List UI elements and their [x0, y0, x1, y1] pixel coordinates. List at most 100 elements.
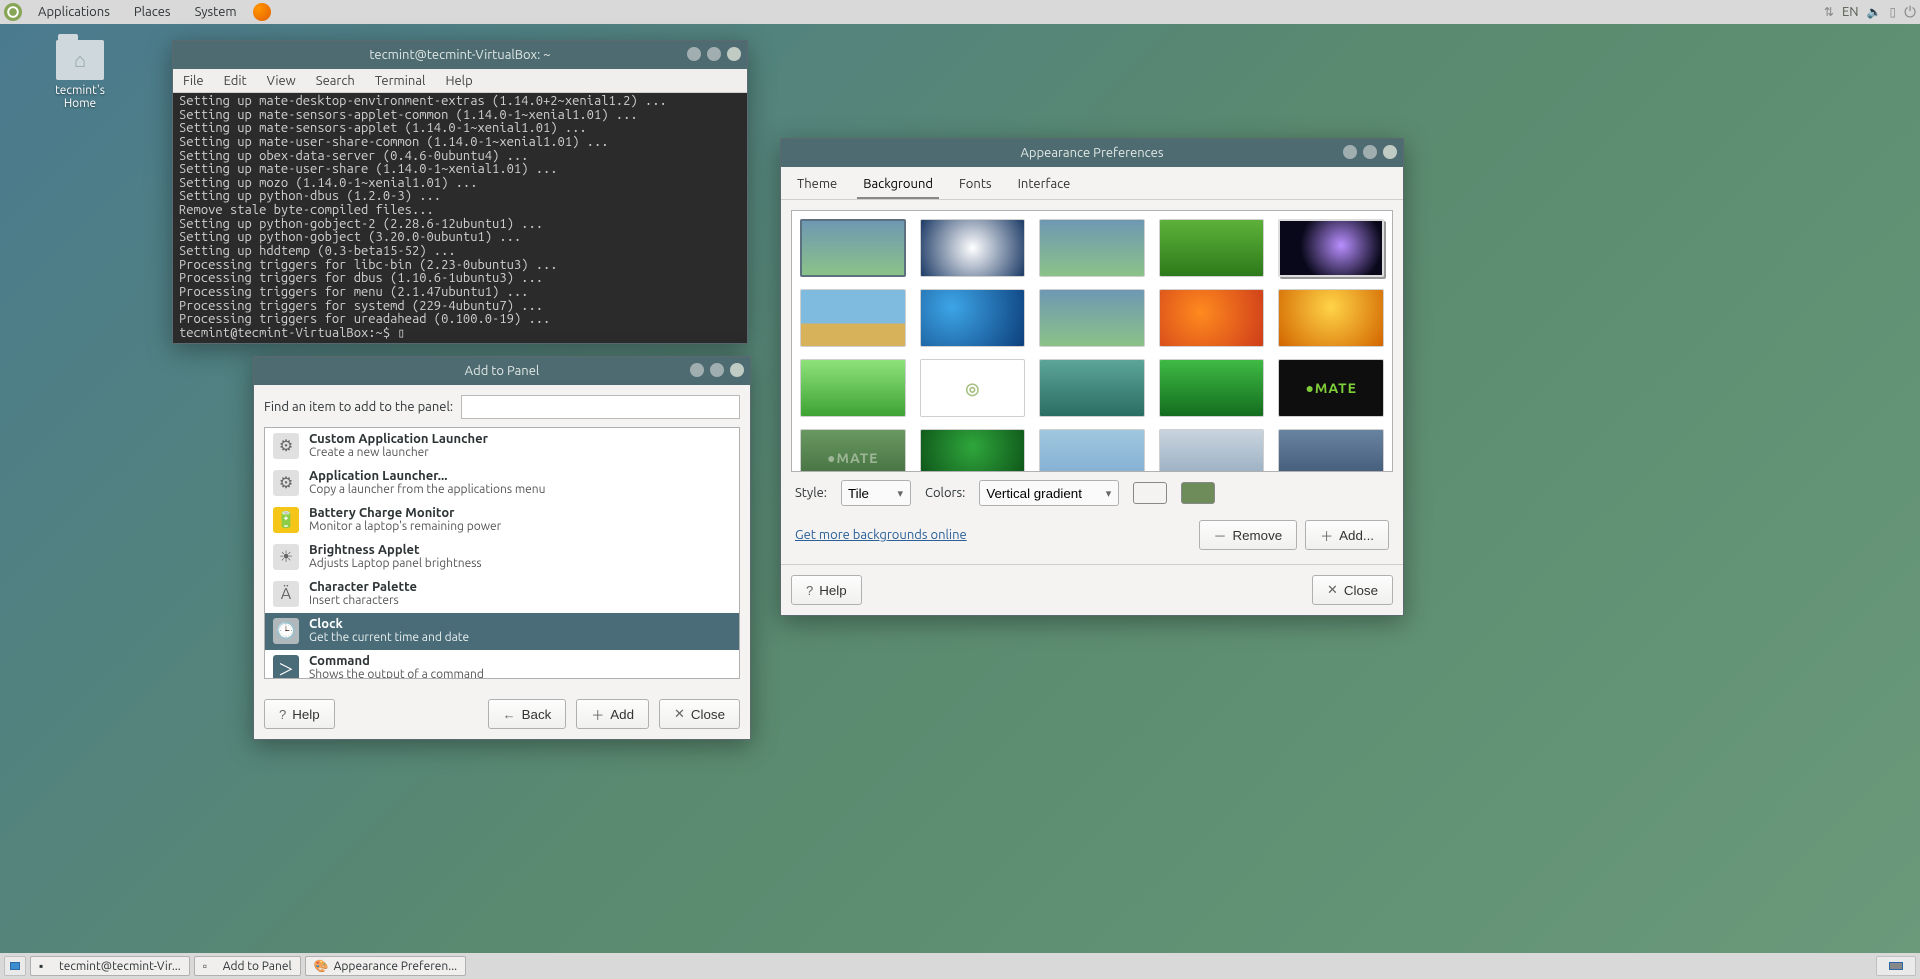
applet-item-application-launcher[interactable]: ⚙ Application Launcher...Copy a launcher… — [265, 465, 739, 502]
add-panel-titlebar[interactable]: Add to Panel — [254, 357, 750, 385]
applet-item-brightness[interactable]: ☀ Brightness AppletAdjusts Laptop panel … — [265, 539, 739, 576]
firefox-icon[interactable] — [253, 3, 271, 21]
volume-icon[interactable]: 🔈 — [1867, 5, 1882, 19]
close-button[interactable] — [1383, 145, 1397, 159]
close-button[interactable] — [730, 363, 744, 377]
minus-icon: － — [1214, 526, 1227, 545]
wallpaper-thumb[interactable] — [920, 289, 1026, 347]
applet-list[interactable]: ⚙ Custom Application LauncherCreate a ne… — [264, 427, 740, 679]
terminal-menu-view[interactable]: View — [257, 71, 306, 91]
minimize-button[interactable] — [690, 363, 704, 377]
wallpaper-thumb[interactable] — [1039, 429, 1145, 472]
close-button[interactable] — [727, 47, 741, 61]
minimize-button[interactable] — [1343, 145, 1357, 159]
tab-theme[interactable]: Theme — [791, 173, 843, 199]
back-arrow-icon: ← — [503, 707, 516, 722]
launcher-icon: ⚙ — [273, 470, 299, 496]
wallpaper-thumb[interactable]: ◎ — [920, 359, 1026, 417]
maximize-button[interactable] — [707, 47, 721, 61]
wallpaper-thumb[interactable]: ●MATE — [800, 429, 906, 472]
power-icon[interactable]: ⏻ — [1904, 3, 1916, 21]
taskbar-item-appearance[interactable]: 🎨 Appearance Preferen... — [305, 956, 467, 976]
primary-color-swatch[interactable] — [1133, 482, 1167, 504]
wallpaper-thumb[interactable] — [1278, 219, 1384, 277]
terminal-output[interactable]: Setting up mate-desktop-environment-extr… — [173, 93, 747, 343]
wallpaper-thumb[interactable] — [1278, 429, 1384, 472]
applet-title: Battery Charge Monitor — [309, 506, 501, 520]
wallpaper-thumb[interactable] — [800, 289, 906, 347]
applet-item-battery[interactable]: 🔋 Battery Charge MonitorMonitor a laptop… — [265, 502, 739, 539]
keyboard-indicator[interactable]: EN — [1842, 5, 1859, 19]
wallpaper-thumb[interactable] — [800, 359, 906, 417]
gradient-select[interactable]: Vertical gradient — [979, 480, 1119, 506]
terminal-menu-help[interactable]: Help — [435, 71, 482, 91]
find-input[interactable] — [461, 395, 740, 419]
tab-fonts[interactable]: Fonts — [953, 173, 998, 199]
help-button[interactable]: ?Help — [791, 575, 862, 605]
button-label: Back — [522, 707, 552, 722]
close-icon: ✕ — [1327, 582, 1338, 598]
appearance-titlebar[interactable]: Appearance Preferences — [781, 139, 1403, 167]
style-select[interactable]: Tile — [841, 480, 911, 506]
wallpaper-thumb[interactable] — [800, 219, 906, 277]
applet-item-clock[interactable]: 🕒 ClockGet the current time and date — [265, 613, 739, 650]
wallpaper-thumb[interactable] — [1039, 289, 1145, 347]
wallpaper-thumb[interactable]: ●MATE — [1278, 359, 1384, 417]
wallpaper-thumb[interactable] — [1159, 429, 1265, 472]
panel-menubar: Applications Places System — [4, 3, 271, 21]
help-button[interactable]: ?Help — [264, 699, 335, 729]
terminal-menu-search[interactable]: Search — [306, 71, 365, 91]
applet-item-command[interactable]: ＞ CommandShows the output of a command — [265, 650, 739, 679]
terminal-titlebar[interactable]: tecmint@tecmint-VirtualBox: ~ — [173, 41, 747, 69]
taskbar-item-terminal[interactable]: ▪ tecmint@tecmint-Vir... — [30, 956, 190, 976]
applet-item-character-palette[interactable]: Ä Character PaletteInsert characters — [265, 576, 739, 613]
mate-logo-icon[interactable] — [4, 3, 22, 21]
launcher-icon: ⚙ — [273, 433, 299, 459]
add-button[interactable]: ＋Add — [576, 699, 649, 729]
terminal-window: tecmint@tecmint-VirtualBox: ~ File Edit … — [172, 40, 748, 344]
terminal-menu-file[interactable]: File — [173, 71, 214, 91]
help-icon: ? — [279, 707, 286, 722]
folder-icon: ⌂ — [56, 40, 104, 80]
wallpaper-thumb[interactable] — [1159, 289, 1265, 347]
menu-system[interactable]: System — [187, 3, 245, 21]
menu-places[interactable]: Places — [126, 3, 179, 21]
wallpaper-thumb[interactable] — [920, 219, 1026, 277]
terminal-menu-terminal[interactable]: Terminal — [365, 71, 436, 91]
help-icon: ? — [806, 583, 813, 598]
add-to-panel-dialog: Add to Panel Find an item to add to the … — [253, 356, 751, 740]
taskbar-item-add-panel[interactable]: ▫ Add to Panel — [194, 956, 301, 976]
clock-icon: 🕒 — [273, 618, 299, 644]
wallpaper-thumb[interactable] — [1278, 289, 1384, 347]
wallpaper-thumb[interactable] — [1159, 359, 1265, 417]
battery-icon[interactable]: ▯ — [1890, 5, 1897, 19]
wallpaper-thumb[interactable] — [1039, 359, 1145, 417]
secondary-color-swatch[interactable] — [1181, 482, 1215, 504]
taskbar-label: tecmint@tecmint-Vir... — [59, 960, 181, 973]
maximize-button[interactable] — [710, 363, 724, 377]
tab-background[interactable]: Background — [857, 173, 939, 199]
remove-button[interactable]: －Remove — [1199, 520, 1298, 550]
applet-item-custom-launcher[interactable]: ⚙ Custom Application LauncherCreate a ne… — [265, 428, 739, 465]
applet-desc: Copy a launcher from the applications me… — [309, 483, 546, 496]
get-backgrounds-link[interactable]: Get more backgrounds online — [795, 528, 967, 542]
applet-title: Character Palette — [309, 580, 417, 594]
maximize-button[interactable] — [1363, 145, 1377, 159]
network-icon[interactable]: ⇅ — [1824, 5, 1834, 19]
wallpaper-thumb[interactable] — [1039, 219, 1145, 277]
wallpaper-grid[interactable]: ◎ ●MATE ●MATE — [791, 210, 1393, 472]
add-wallpaper-button[interactable]: ＋Add... — [1305, 520, 1389, 550]
tab-interface[interactable]: Interface — [1012, 173, 1077, 199]
workspace-switcher[interactable] — [1876, 956, 1916, 976]
home-desktop-icon[interactable]: ⌂ tecmint's Home — [40, 40, 120, 110]
back-button[interactable]: ← Back — [488, 699, 567, 729]
minimize-button[interactable] — [687, 47, 701, 61]
wallpaper-thumb[interactable] — [1159, 219, 1265, 277]
terminal-menu-edit[interactable]: Edit — [214, 71, 257, 91]
close-button[interactable]: ✕Close — [1312, 575, 1393, 605]
close-button[interactable]: ✕Close — [659, 699, 740, 729]
show-desktop-button[interactable] — [4, 956, 26, 976]
applet-title: Clock — [309, 617, 469, 631]
wallpaper-thumb[interactable] — [920, 429, 1026, 472]
menu-applications[interactable]: Applications — [30, 3, 118, 21]
